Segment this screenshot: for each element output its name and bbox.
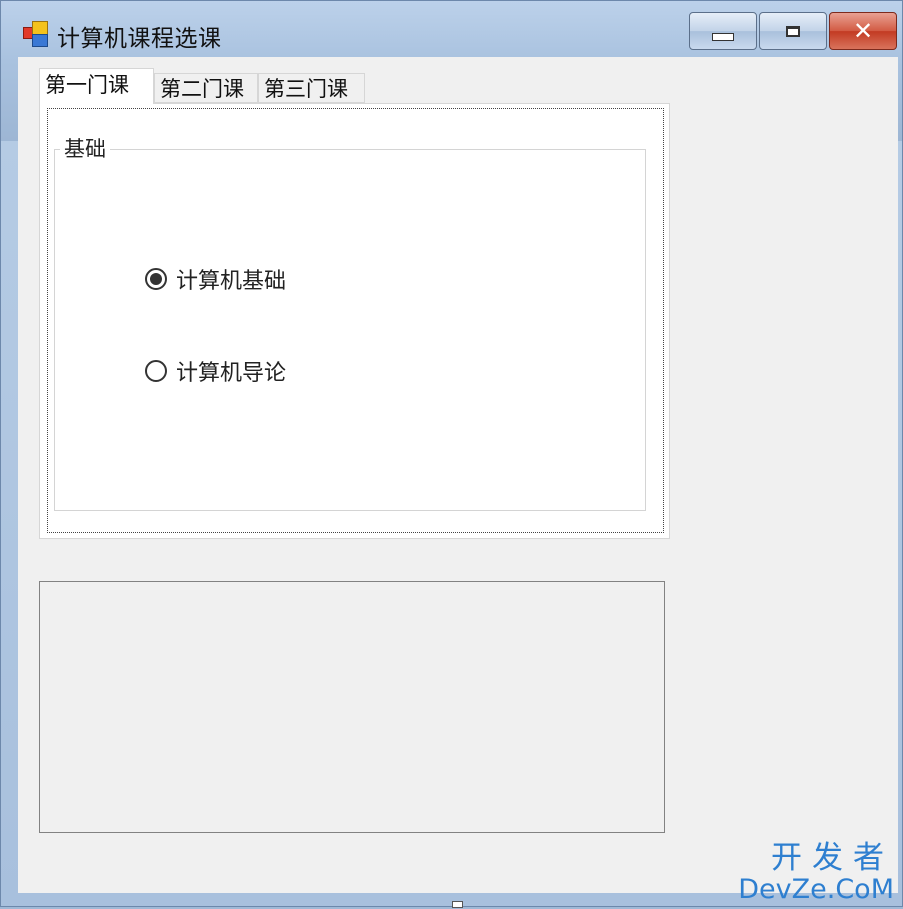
tab-course-1[interactable]: 第一门课 [39,68,154,104]
app-window: 计算机课程选课 ✕ 第一门课 第二门课 第三门课 计算机基础 计算机导论 基础 … [0,0,903,908]
group-box-legend: 基础 [60,133,110,163]
watermark-line2: DevZe.CoM [738,874,894,905]
form-client-area: 第一门课 第二门课 第三门课 计算机基础 计算机导论 基础 [18,57,898,893]
close-button[interactable]: ✕ [829,12,897,50]
maximize-icon [786,25,800,37]
radio-button-checked[interactable] [145,268,167,290]
window-title: 计算机课程选课 [57,26,222,52]
radio-label[interactable]: 计算机导论 [176,355,286,387]
watermark-line1: 开发者 [771,840,894,876]
minimize-icon [712,33,734,41]
output-panel[interactable] [39,581,665,833]
maximize-button[interactable] [759,12,827,50]
close-icon: ✕ [852,17,874,45]
tab-course-2[interactable]: 第二门课 [154,73,258,103]
title-bar[interactable]: 计算机课程选课 ✕ [1,1,902,57]
minimize-button[interactable] [689,12,757,50]
watermark-line2-wrap: CSDN @没尘下眼泪2024 DevZe.CoM [725,874,894,905]
tab-course-3[interactable]: 第三门课 [258,73,365,103]
group-box-basics: 计算机基础 计算机导论 [54,149,646,511]
radio-option-computer-basics[interactable]: 计算机基础 [145,263,286,295]
radio-label[interactable]: 计算机基础 [176,263,286,295]
radio-option-computer-intro[interactable]: 计算机导论 [145,355,286,387]
radio-dot [150,273,162,285]
radio-button-unchecked[interactable] [145,360,167,382]
app-icon[interactable] [23,21,49,47]
watermark: 开发者 CSDN @没尘下眼泪2024 DevZe.CoM [725,840,894,905]
tab-page-course-1: 计算机基础 计算机导论 基础 [39,103,670,539]
